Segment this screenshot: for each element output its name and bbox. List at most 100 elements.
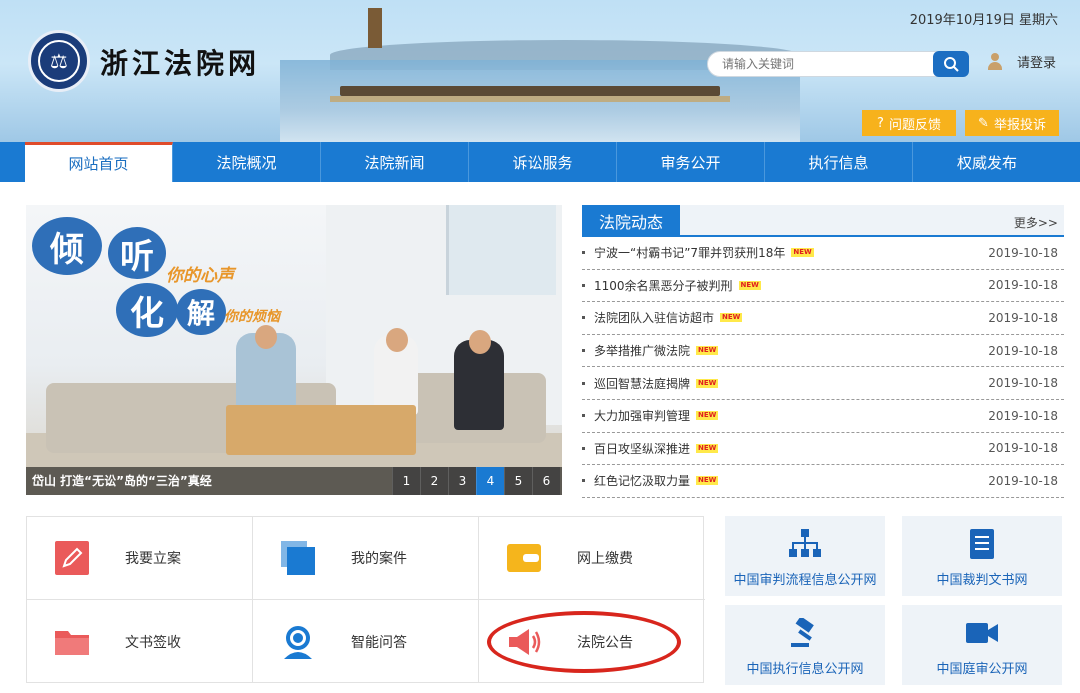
news-slideshow[interactable]: 倾 听 化 解 你的心声 你的烦恼 岱山 打造“无讼”岛的“三治”真经 1 2 … <box>26 205 562 495</box>
nav-item-disclosure[interactable]: 审务公开 <box>617 142 765 182</box>
news-item-left: 巡回智慧法庭揭牌 NEW <box>582 375 719 392</box>
news-item-date: 2019-10-18 <box>988 343 1058 358</box>
slogan-text: 你的烦恼 <box>224 309 280 325</box>
bullet-icon <box>582 414 585 418</box>
support-agent-icon <box>284 625 312 659</box>
news-item[interactable]: 巡回智慧法庭揭牌 NEW 2019-10-18 <box>582 367 1064 400</box>
slide-person-head <box>469 330 491 354</box>
link-trial-process[interactable]: 中国审判流程信息公开网 <box>725 516 885 596</box>
service-my-cases[interactable]: 我的案件 <box>253 517 479 600</box>
news-item-left: 1100余名黑恶分子被判刑 NEW <box>582 277 761 294</box>
login-area[interactable]: 请登录 <box>987 52 1056 71</box>
slogan-text: 你的心声 <box>166 266 234 286</box>
service-label: 我要立案 <box>125 551 181 567</box>
slide-page-button[interactable]: 2 <box>420 467 448 495</box>
current-date: 2019年10月19日 星期六 <box>909 13 1058 28</box>
new-badge: NEW <box>738 280 761 290</box>
slide-caption[interactable]: 岱山 打造“无讼”岛的“三治”真经 <box>32 472 212 489</box>
news-item-title[interactable]: 法院团队入驻信访超市 <box>594 309 714 326</box>
banner-reflection <box>330 96 730 102</box>
question-icon: ? <box>877 115 884 131</box>
gavel-icon <box>791 618 814 647</box>
court-logo-icon[interactable]: ⚖ <box>28 30 90 92</box>
new-badge: NEW <box>720 313 743 323</box>
slide-person-head <box>386 328 408 352</box>
news-item-title[interactable]: 红色记忆汲取力量 <box>594 472 690 489</box>
news-item-title[interactable]: 巡回智慧法庭揭牌 <box>594 375 690 392</box>
news-item[interactable]: 大力加强审判管理 NEW 2019-10-18 <box>582 400 1064 433</box>
link-label: 中国审判流程信息公开网 <box>733 573 877 588</box>
banner-bridge <box>340 86 720 96</box>
news-item-title[interactable]: 1100余名黑恶分子被判刑 <box>594 277 733 294</box>
report-button[interactable]: ✎ 举报投诉 <box>965 110 1059 136</box>
news-item-title[interactable]: 宁波一“村霸书记”7罪并罚获刑18年 <box>594 244 785 261</box>
bullet-icon <box>582 446 585 450</box>
court-news-panel: 法院动态 更多>> 宁波一“村霸书记”7罪并罚获刑18年 NEW 2019-10-1… <box>582 205 1064 498</box>
slide-page-button[interactable]: 3 <box>448 467 476 495</box>
news-item[interactable]: 1100余名黑恶分子被判刑 NEW 2019-10-18 <box>582 270 1064 303</box>
site-title[interactable]: 浙江法院网 <box>100 42 260 82</box>
new-badge: NEW <box>696 443 719 453</box>
link-court-hearing[interactable]: 中国庭审公开网 <box>902 605 1062 685</box>
search-input[interactable] <box>707 51 937 77</box>
bullet-icon <box>582 283 585 287</box>
news-item-left: 宁波一“村霸书记”7罪并罚获刑18年 NEW <box>582 244 814 261</box>
slide-coffee-table <box>226 405 416 455</box>
video-camera-icon <box>966 623 998 643</box>
news-item-date: 2019-10-18 <box>988 376 1058 391</box>
bullet-icon <box>582 479 585 483</box>
more-link[interactable]: 更多>> <box>1014 214 1058 231</box>
nav-item-overview[interactable]: 法院概况 <box>173 142 321 182</box>
news-item-left: 大力加强审判管理 NEW <box>582 407 719 424</box>
news-item[interactable]: 百日攻坚纵深推进 NEW 2019-10-18 <box>582 433 1064 466</box>
header-banner: ⚖ 浙江法院网 2019年10月19日 星期六 请登录 ? 问题反馈 ✎ 举报投… <box>0 0 1080 142</box>
wallet-icon <box>507 544 541 572</box>
slide-pager: 1 2 3 4 5 6 <box>392 467 560 495</box>
slide-page-button[interactable]: 6 <box>532 467 560 495</box>
service-label: 文书签收 <box>125 634 181 651</box>
nav-item-home[interactable]: 网站首页 <box>25 142 173 182</box>
news-item[interactable]: 红色记忆汲取力量 NEW 2019-10-18 <box>582 465 1064 498</box>
new-badge: NEW <box>791 248 814 258</box>
banner-pagoda <box>368 8 382 48</box>
news-item[interactable]: 宁波一“村霸书记”7罪并罚获刑18年 NEW 2019-10-18 <box>582 237 1064 270</box>
news-item-date: 2019-10-18 <box>988 245 1058 260</box>
slide-page-button[interactable]: 5 <box>504 467 532 495</box>
new-badge: NEW <box>696 411 719 421</box>
link-enforcement-info[interactable]: 中国执行信息公开网 <box>725 605 885 685</box>
bullet-icon <box>582 251 585 255</box>
login-link[interactable]: 请登录 <box>1017 52 1056 71</box>
bullet-icon <box>582 381 585 385</box>
document-icon <box>970 529 994 559</box>
slogan-bubble: 听 <box>108 227 166 279</box>
news-item-title[interactable]: 百日攻坚纵深推进 <box>594 440 690 457</box>
nav-item-release[interactable]: 权威发布 <box>913 142 1061 182</box>
news-item-title[interactable]: 大力加强审判管理 <box>594 407 690 424</box>
search-button[interactable] <box>933 51 969 77</box>
slogan-bubble: 化 <box>116 283 178 337</box>
news-item[interactable]: 多举措推广微法院 NEW 2019-10-18 <box>582 335 1064 368</box>
link-label: 中国庭审公开网 <box>936 662 1028 677</box>
feedback-button[interactable]: ? 问题反馈 <box>862 110 956 136</box>
news-item-date: 2019-10-18 <box>988 278 1058 293</box>
slide-page-button-active[interactable]: 4 <box>476 467 504 495</box>
news-item-left: 法院团队入驻信访超市 NEW <box>582 309 743 326</box>
service-online-payment[interactable]: 网上缴费 <box>479 517 705 600</box>
nav-item-enforcement[interactable]: 执行信息 <box>765 142 913 182</box>
service-label: 网上缴费 <box>577 551 633 567</box>
pencil-icon <box>55 541 89 575</box>
service-smart-qa[interactable]: 智能问答 <box>253 600 479 683</box>
link-judgment-docs[interactable]: 中国裁判文书网 <box>902 516 1062 596</box>
news-header: 法院动态 更多>> <box>582 205 1064 237</box>
slide-page-button[interactable]: 1 <box>392 467 420 495</box>
service-label: 智能问答 <box>351 634 407 651</box>
service-document-receipt[interactable]: 文书签收 <box>27 600 253 683</box>
news-title[interactable]: 法院动态 <box>582 205 680 237</box>
news-item-title[interactable]: 多举措推广微法院 <box>594 342 690 359</box>
nav-item-litigation[interactable]: 诉讼服务 <box>469 142 617 182</box>
new-badge: NEW <box>696 378 719 388</box>
folder-icon <box>55 630 89 655</box>
nav-item-news[interactable]: 法院新闻 <box>321 142 469 182</box>
service-file-case[interactable]: 我要立案 <box>27 517 253 600</box>
news-item[interactable]: 法院团队入驻信访超市 NEW 2019-10-18 <box>582 302 1064 335</box>
